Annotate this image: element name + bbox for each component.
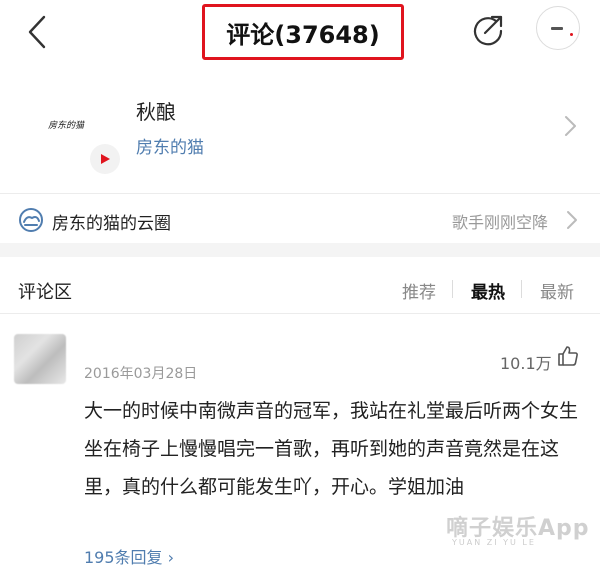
circle-label[interactable]: 房东的猫的云圈 (52, 209, 171, 234)
now-playing-indicator (551, 27, 563, 30)
comments-section-title: 评论区 (18, 282, 72, 303)
now-playing-dot (570, 33, 573, 36)
tab-recommended[interactable]: 推荐 (402, 278, 436, 303)
avatar[interactable] (14, 334, 66, 384)
view-replies-link[interactable]: 195条回复 › (84, 544, 174, 568)
page-title-text: 评论(37648) (226, 20, 380, 49)
play-button[interactable] (90, 144, 120, 174)
divider (0, 313, 600, 314)
chevron-right-icon[interactable] (566, 210, 578, 230)
tab-separator (452, 280, 453, 298)
circle-status[interactable]: 歌手刚刚空降 (452, 209, 548, 233)
play-icon (101, 154, 110, 164)
section-gap (0, 243, 600, 257)
song-artist-link[interactable]: 房东的猫 (136, 133, 204, 158)
page-title: 评论(37648) (202, 4, 404, 60)
divider (0, 193, 600, 194)
chevron-right-icon[interactable] (562, 114, 578, 138)
now-playing-button[interactable] (536, 6, 580, 50)
back-icon[interactable] (22, 14, 52, 50)
tab-hottest[interactable]: 最热 (471, 278, 505, 303)
album-cover-text: 房东的猫 (48, 121, 85, 131)
tab-newest[interactable]: 最新 (540, 278, 574, 303)
comment-date: 2016年03月28日 (84, 366, 198, 382)
album-cover[interactable]: 房东的猫 (18, 80, 120, 178)
watermark-sub: YUAN ZI YU LE (452, 538, 536, 547)
like-count: 10.1万 (500, 354, 552, 373)
comment-text: 大一的时候中南微声音的冠军，我站在礼堂最后听两个女生坐在椅子上慢慢唱完一首歌，再… (84, 400, 579, 498)
tab-separator (521, 280, 522, 298)
song-title: 秋酿 (136, 100, 176, 124)
cloud-circle-icon (19, 208, 43, 232)
share-icon[interactable] (470, 12, 506, 48)
thumbs-up-icon[interactable] (556, 344, 580, 368)
